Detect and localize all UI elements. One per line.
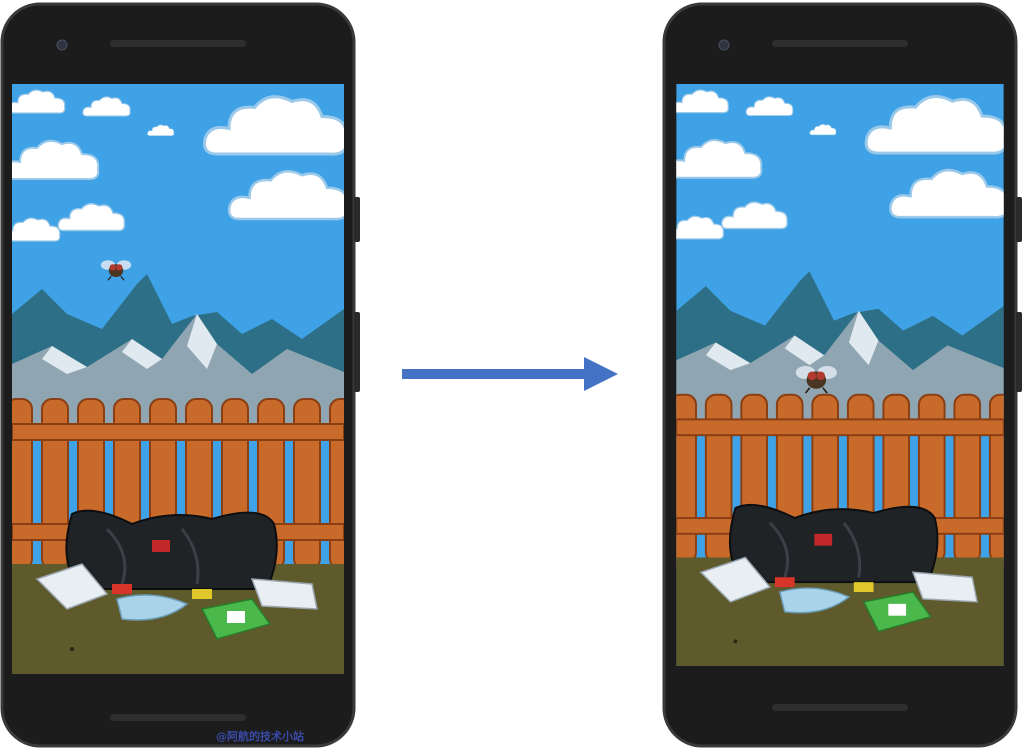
game-screen[interactable] [667,84,1015,666]
earpiece-speaker [772,40,908,47]
watermark-text: @阿航的技术小站 [216,730,304,743]
front-camera-icon [718,39,730,51]
front-camera-icon [56,39,68,51]
earpiece-speaker [110,40,246,47]
game-screen[interactable] [3,84,356,674]
bottom-speaker [110,714,246,721]
phone-after [662,2,1022,748]
bottom-speaker [772,704,908,711]
phone-before [0,2,360,748]
transition-arrow [400,355,624,395]
